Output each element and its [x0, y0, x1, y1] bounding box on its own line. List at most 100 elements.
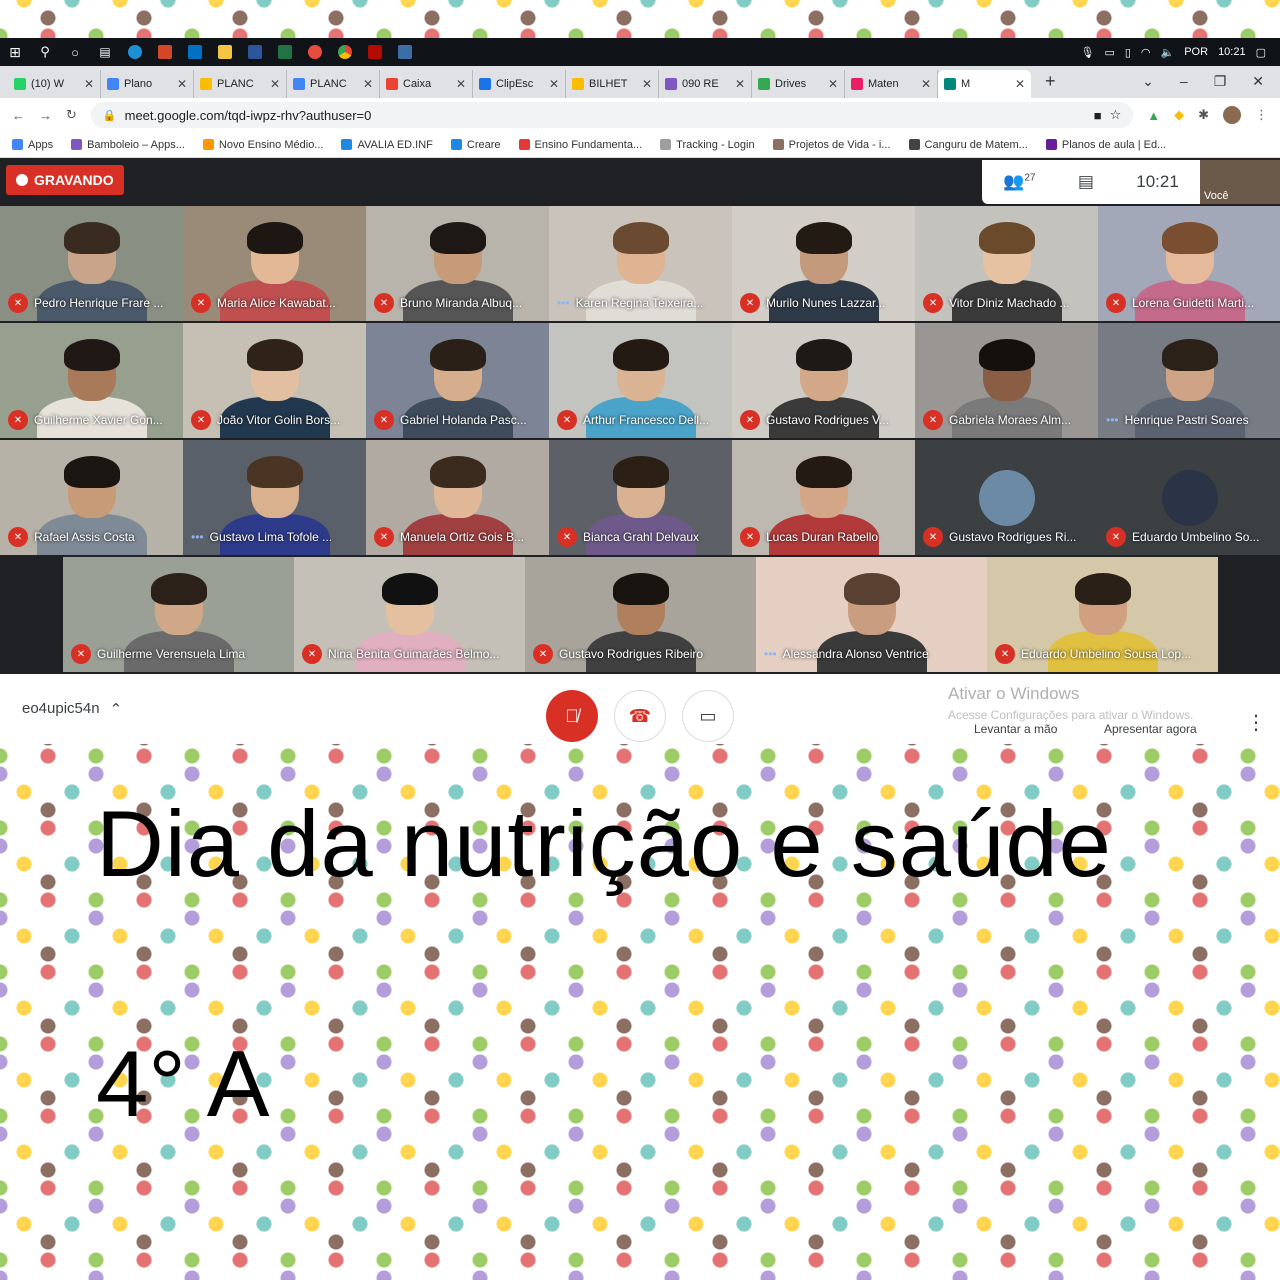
tab-close-icon[interactable]: ✕: [1015, 77, 1025, 91]
browser-tab[interactable]: Plano ✕: [101, 70, 194, 98]
windows-start-icon[interactable]: ⊞: [0, 38, 30, 66]
meeting-details[interactable]: eo4upic54n ⌃: [22, 700, 122, 718]
excel-icon[interactable]: [270, 38, 300, 66]
participant-tile[interactable]: ✕ Bruno Miranda Albuq...: [366, 206, 549, 321]
task-view-icon[interactable]: ○: [60, 38, 90, 66]
tab-close-icon[interactable]: ✕: [177, 77, 187, 91]
tray-clock[interactable]: 10:21: [1218, 46, 1246, 58]
search-icon[interactable]: ⚲: [30, 38, 60, 66]
participant-tile[interactable]: ✕ Gustavo Rodrigues Ri...: [915, 440, 1098, 555]
participant-tile[interactable]: ✕ João Vitor Golin Bors...: [183, 323, 366, 438]
bookmark-item[interactable]: Projetos de Vida - i...: [772, 139, 891, 151]
restore-button[interactable]: ❐: [1214, 73, 1227, 90]
bookmark-item[interactable]: AVALIA ED.INF: [341, 139, 433, 151]
participant-tile[interactable]: ✕ Nina Benita Guimarães Belmo...: [294, 557, 525, 672]
participant-tile[interactable]: ••• Henrique Pastri Soares: [1098, 323, 1280, 438]
self-view[interactable]: Você: [1200, 160, 1280, 204]
participant-tile[interactable]: ✕ Murilo Nunes Lazzar...: [732, 206, 915, 321]
tab-close-icon[interactable]: ✕: [363, 77, 373, 91]
omnibox[interactable]: 🔒 meet.google.com/tqd-iwpz-rhv?authuser=…: [90, 102, 1134, 128]
participant-tile[interactable]: ✕ Gustavo Rodrigues Ribeiro: [525, 557, 756, 672]
tray-language[interactable]: POR: [1184, 46, 1208, 58]
extension-drive-icon[interactable]: ▲: [1147, 108, 1160, 123]
bookmark-item[interactable]: Creare: [450, 139, 501, 151]
bookmark-item[interactable]: Tracking - Login: [660, 139, 755, 151]
raise-hand-button[interactable]: Levantar a mão: [974, 722, 1057, 736]
bookmark-item[interactable]: Novo Ensino Médio...: [202, 139, 323, 151]
browser-tab[interactable]: 090 RE ✕: [659, 70, 752, 98]
word-icon[interactable]: [240, 38, 270, 66]
participant-tile[interactable]: ✕ Pedro Henrique Frare ...: [0, 206, 183, 321]
chrome-menu-icon[interactable]: ⋮: [1255, 107, 1268, 123]
browser-tab[interactable]: Maten ✕: [845, 70, 938, 98]
app-icon[interactable]: [390, 38, 420, 66]
tab-close-icon[interactable]: ✕: [270, 77, 280, 91]
display-icon[interactable]: ▭: [1104, 46, 1114, 59]
participant-tile[interactable]: ✕ Vitor Diniz Machado ...: [915, 206, 1098, 321]
outlook-icon[interactable]: [180, 38, 210, 66]
volume-icon[interactable]: 🔈: [1161, 46, 1175, 59]
participant-tile[interactable]: ✕ Arthur Francesco Dell...: [549, 323, 732, 438]
participant-tile[interactable]: ••• Karen Regina Teixeira...: [549, 206, 732, 321]
acrobat-icon[interactable]: [360, 38, 390, 66]
browser-tab[interactable]: PLANC ✕: [287, 70, 380, 98]
widgets-icon[interactable]: ▤: [90, 38, 120, 66]
reload-icon[interactable]: ↻: [66, 107, 77, 123]
browser-tab[interactable]: BILHET ✕: [566, 70, 659, 98]
participant-tile[interactable]: ✕ Lucas Duran Rabello: [732, 440, 915, 555]
tab-close-icon[interactable]: ✕: [921, 77, 931, 91]
browser-tab[interactable]: ClipEsc ✕: [473, 70, 566, 98]
present-now-button[interactable]: Apresentar agora: [1104, 722, 1197, 736]
battery-icon[interactable]: ▯: [1125, 46, 1131, 59]
back-icon[interactable]: ←: [12, 108, 25, 123]
paint-icon[interactable]: [300, 38, 330, 66]
participant-tile[interactable]: ✕ Eduardo Umbelino Sousa Lop...: [987, 557, 1218, 672]
powerpoint-icon[interactable]: [150, 38, 180, 66]
participant-tile[interactable]: ✕ Guilherme Xavier Gon...: [0, 323, 183, 438]
bookmark-item[interactable]: Apps: [12, 139, 53, 151]
wifi-icon[interactable]: ◠: [1141, 46, 1151, 59]
tab-close-icon[interactable]: ✕: [84, 77, 94, 91]
browser-tab[interactable]: Caixa ✕: [380, 70, 473, 98]
participant-tile[interactable]: ✕ Bianca Grahl Delvaux: [549, 440, 732, 555]
close-window-button[interactable]: ✕: [1252, 73, 1264, 90]
participant-tile[interactable]: ✕ Gustavo Rodrigues V...: [732, 323, 915, 438]
bookmark-item[interactable]: Planos de aula | Ed...: [1045, 139, 1166, 151]
participant-tile[interactable]: ••• Gustavo Lima Tofole ...: [183, 440, 366, 555]
participant-tile[interactable]: ✕ Eduardo Umbelino So...: [1098, 440, 1280, 555]
participant-tile[interactable]: ✕ Rafael Assis Costa: [0, 440, 183, 555]
bookmark-item[interactable]: Bamboleio – Apps...: [71, 139, 185, 151]
chat-icon[interactable]: ▤: [1078, 172, 1094, 192]
chrome-icon[interactable]: [330, 38, 360, 66]
participant-tile[interactable]: ✕ Gabriel Holanda Pasc...: [366, 323, 549, 438]
tab-close-icon[interactable]: ✕: [456, 77, 466, 91]
browser-tab[interactable]: PLANC ✕: [194, 70, 287, 98]
new-tab-button[interactable]: +: [1031, 71, 1070, 98]
minimize-button[interactable]: –: [1180, 73, 1188, 90]
bookmark-star-icon[interactable]: ☆: [1110, 107, 1122, 123]
tab-close-icon[interactable]: ✕: [828, 77, 838, 91]
participant-tile[interactable]: ✕ Gabriela Moraes Alm...: [915, 323, 1098, 438]
file-explorer-icon[interactable]: [210, 38, 240, 66]
browser-tab[interactable]: (10) W ✕: [8, 70, 101, 98]
tab-close-icon[interactable]: ✕: [735, 77, 745, 91]
tab-close-icon[interactable]: ✕: [549, 77, 559, 91]
browser-tab[interactable]: Drives ✕: [752, 70, 845, 98]
chevron-up-icon[interactable]: ⌃: [110, 700, 123, 718]
people-button[interactable]: 👥27: [1003, 172, 1035, 192]
bookmark-item[interactable]: Canguru de Matem...: [908, 139, 1028, 151]
participant-tile[interactable]: ••• Alessandra Alonso Ventrice: [756, 557, 987, 672]
profile-avatar[interactable]: [1223, 106, 1241, 124]
participant-tile[interactable]: ✕ Manuela Ortiz Gois B...: [366, 440, 549, 555]
participant-tile[interactable]: ✕ Lorena Guidetti Marti...: [1098, 206, 1280, 321]
url-text[interactable]: meet.google.com/tqd-iwpz-rhv?authuser=0: [125, 108, 372, 123]
notifications-icon[interactable]: ▢: [1256, 46, 1266, 59]
microphone-icon[interactable]: 🎙: [1080, 46, 1094, 59]
participant-tile[interactable]: ✕ Guilherme Verensuela Lima: [63, 557, 294, 672]
camera-indicator-icon[interactable]: ■: [1094, 108, 1102, 123]
mic-toggle-button[interactable]: 🎙̸: [546, 690, 598, 742]
browser-tab[interactable]: M ✕: [938, 70, 1031, 98]
forward-icon[interactable]: →: [39, 108, 52, 123]
participant-tile[interactable]: ✕ Maria Alice Kawabat...: [183, 206, 366, 321]
tab-search-icon[interactable]: ⌄: [1142, 73, 1154, 90]
